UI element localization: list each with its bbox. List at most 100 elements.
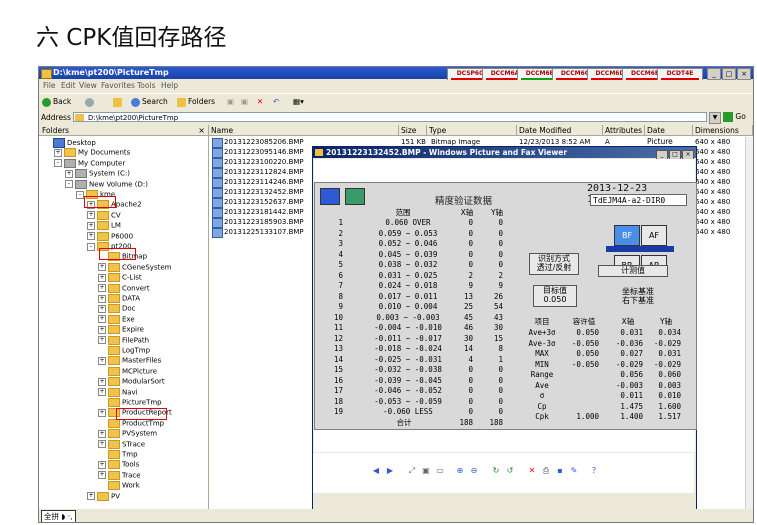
zoom-in-icon[interactable]: ⊕ <box>455 466 465 476</box>
tree-item[interactable]: + ModularSort <box>98 377 165 387</box>
expand-icon[interactable]: + <box>98 440 106 449</box>
expand-icon[interactable]: + <box>98 388 106 397</box>
tree-item[interactable]: + P6000 <box>87 231 133 242</box>
column-type[interactable]: Type <box>427 125 517 136</box>
expand-icon[interactable]: + <box>98 263 106 272</box>
expand-icon[interactable]: + <box>98 273 106 282</box>
column-size[interactable]: Size <box>399 125 427 136</box>
tree-item[interactable]: + FilePath <box>98 335 149 346</box>
tree-item[interactable]: + STrace <box>98 439 145 450</box>
next-image-button[interactable]: ▶ <box>385 466 395 476</box>
move-button[interactable]: ▣ <box>227 96 234 108</box>
actual-size-button[interactable]: ▣ <box>421 466 431 476</box>
expand-icon[interactable]: + <box>98 471 106 480</box>
go-button[interactable]: Go <box>723 112 746 122</box>
expand-icon[interactable]: + <box>98 315 106 324</box>
expand-icon[interactable]: + <box>98 325 106 334</box>
zoom-out-icon[interactable]: ⊖ <box>469 466 479 476</box>
menu-edit[interactable]: Edit <box>61 81 76 90</box>
expand-icon[interactable]: + <box>87 211 95 220</box>
expand-icon[interactable]: + <box>87 221 95 230</box>
expand-icon[interactable]: + <box>87 492 95 501</box>
column-date[interactable]: Date Modified <box>517 125 603 136</box>
ime-indicator[interactable]: 全拼 ◗ ·, <box>41 510 76 522</box>
rotate-counterclockwise-button[interactable]: ↺ <box>505 466 515 476</box>
help-icon[interactable]: ? <box>589 466 599 476</box>
minimize-button[interactable]: _ <box>707 68 721 80</box>
collapse-icon[interactable]: - <box>76 190 84 199</box>
viewer-titlebar[interactable]: 20131223132452.BMP - Windows Picture and… <box>313 147 696 160</box>
expand-icon[interactable]: + <box>98 429 106 438</box>
tree-item[interactable]: - My Computer <box>54 158 125 169</box>
delete-button[interactable]: ✕ <box>257 96 263 108</box>
expand-icon[interactable]: + <box>98 284 106 293</box>
column-attributes[interactable]: Attributes <box>603 125 645 136</box>
maximize-button[interactable]: □ <box>722 68 736 80</box>
tree-item[interactable]: LogTmp <box>98 346 150 356</box>
tree-item[interactable]: + Exe <box>98 314 135 325</box>
tree-item[interactable]: + My Documents <box>54 148 130 158</box>
previous-image-button[interactable]: ◀ <box>371 466 381 476</box>
explorer-titlebar[interactable]: D:\kme\pt200\PictureTmp DCSP60 DCCM6A DC… <box>39 67 753 83</box>
tree-item[interactable]: Desktop <box>43 138 96 148</box>
back-button[interactable]: Back <box>42 96 71 108</box>
menu-file[interactable]: File <box>43 81 56 90</box>
tree-item[interactable]: + Navi <box>98 387 138 398</box>
tree-item[interactable]: + Expire <box>98 325 144 335</box>
tree-item[interactable]: ProductTmp <box>98 418 164 429</box>
vertical-scrollbar[interactable] <box>745 137 753 509</box>
edit-icon[interactable]: ✎ <box>569 466 579 476</box>
expand-icon[interactable]: + <box>98 294 106 303</box>
up-button[interactable] <box>113 96 124 108</box>
tree-item[interactable]: PictureTmp <box>98 398 162 408</box>
column-name[interactable]: Name <box>209 125 399 136</box>
menu-help[interactable]: Help <box>161 81 178 90</box>
tree-item[interactable]: + Trace <box>98 470 141 481</box>
column-date-taken[interactable]: Date Picture Taken <box>645 125 693 157</box>
tree-item[interactable]: Work <box>98 481 140 491</box>
expand-icon[interactable]: + <box>98 377 106 386</box>
tree-item[interactable]: + MasterFiles <box>98 356 161 366</box>
save-icon[interactable]: ▪ <box>555 466 565 476</box>
menu-favorites[interactable]: Favorites <box>101 81 135 90</box>
print-icon[interactable]: ⎙ <box>541 466 551 476</box>
tree-item[interactable]: + C-List <box>98 273 142 283</box>
best-fit-button[interactable]: ⤢ <box>407 466 417 476</box>
tree-item[interactable]: + LM <box>87 221 121 231</box>
tree-item[interactable]: + PV <box>87 491 120 502</box>
search-button[interactable]: Search <box>131 96 168 108</box>
address-input[interactable]: D:\kme\pt200\PictureTmp <box>73 112 707 122</box>
expand-icon[interactable]: + <box>98 304 106 313</box>
menu-view[interactable]: View <box>79 81 97 90</box>
rotate-clockwise-button[interactable]: ↻ <box>491 466 501 476</box>
expand-icon[interactable]: + <box>98 408 106 417</box>
expand-icon[interactable]: + <box>65 169 73 178</box>
tree-item[interactable]: + System (C:) <box>65 169 130 179</box>
forward-button[interactable] <box>85 96 96 108</box>
expand-icon[interactable]: + <box>98 460 106 469</box>
expand-icon[interactable]: + <box>87 232 95 241</box>
tree-item[interactable]: MCPicture <box>98 366 157 377</box>
tree-item[interactable]: + CV <box>87 210 121 221</box>
collapse-icon[interactable]: - <box>65 180 73 189</box>
expand-icon[interactable]: + <box>98 336 106 345</box>
tree-item[interactable]: + Doc <box>98 304 136 314</box>
expand-icon[interactable]: + <box>54 148 62 157</box>
folders-button[interactable]: Folders <box>177 96 215 108</box>
collapse-icon[interactable]: - <box>87 242 95 251</box>
expand-icon[interactable]: + <box>98 356 106 365</box>
tree-item[interactable]: + Convert <box>98 283 150 294</box>
copy-button[interactable]: ▣ <box>241 96 248 108</box>
undo-button[interactable]: ↶ <box>273 96 279 108</box>
slideshow-button[interactable]: ▭ <box>435 466 445 476</box>
views-button[interactable]: ▦▾ <box>293 96 304 108</box>
tree-item[interactable]: + DATA <box>98 294 140 304</box>
collapse-icon[interactable]: - <box>54 159 62 168</box>
chevron-down-icon[interactable]: ▼ <box>709 112 721 124</box>
tree-item[interactable]: + CGeneSystem <box>98 262 171 273</box>
delete-image-button[interactable]: ✕ <box>527 466 537 476</box>
column-dimensions[interactable]: Dimensions <box>693 125 753 136</box>
tree-item[interactable]: + Tools <box>98 460 139 470</box>
tree-item[interactable]: - New Volume (D:) <box>65 179 148 190</box>
menu-tools[interactable]: Tools <box>137 81 155 90</box>
